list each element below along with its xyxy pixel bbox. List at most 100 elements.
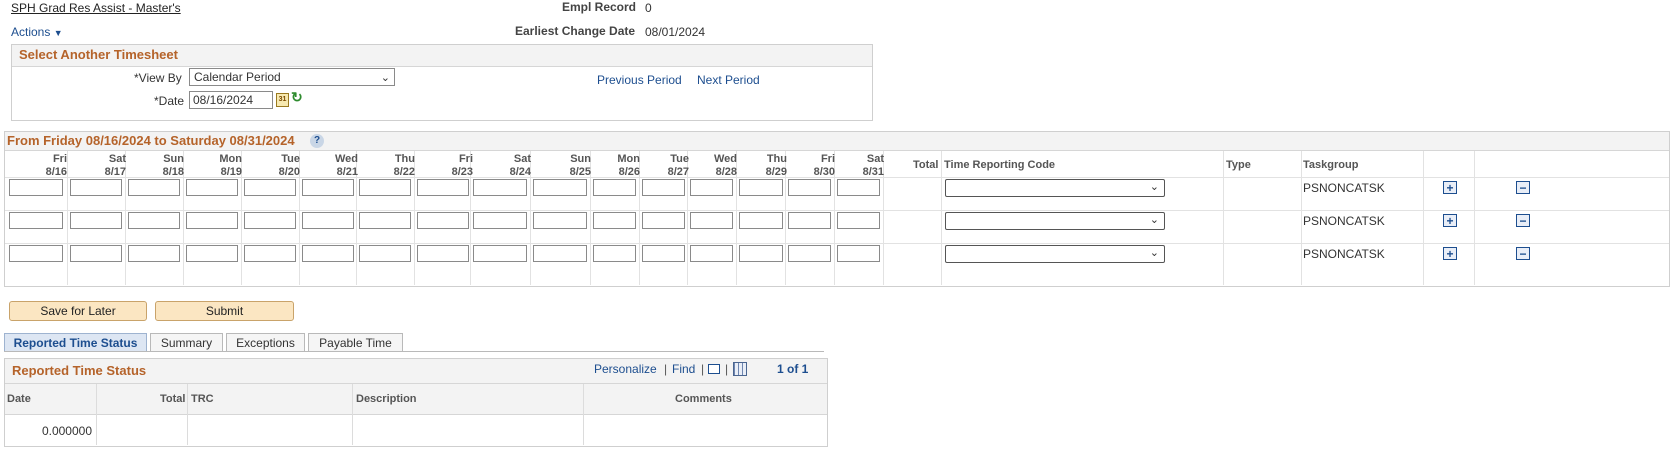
delete-row-icon[interactable]: − [1516, 181, 1530, 194]
hours-input[interactable] [593, 179, 636, 196]
hours-input[interactable] [70, 245, 122, 262]
trc-select[interactable]: ⌄ [945, 212, 1165, 230]
hours-input[interactable] [837, 212, 880, 229]
tab-reported-time-status[interactable]: Reported Time Status [4, 333, 147, 352]
chevron-down-icon: ⌄ [1149, 247, 1159, 259]
timesheet-title: From Friday 08/16/2024 to Saturday 08/31… [7, 133, 295, 148]
hours-input[interactable] [128, 245, 180, 262]
column-divider [941, 151, 942, 285]
hours-input[interactable] [473, 245, 527, 262]
hours-input[interactable] [788, 179, 831, 196]
hours-input[interactable] [533, 245, 587, 262]
hours-input[interactable] [642, 245, 685, 262]
hours-input[interactable] [837, 179, 880, 196]
next-period-link[interactable]: Next Period [697, 73, 760, 87]
trc-select[interactable]: ⌄ [945, 179, 1165, 197]
row-divider [5, 243, 1669, 244]
hours-input[interactable] [533, 179, 587, 196]
actions-menu[interactable]: Actions ▼ [11, 25, 63, 39]
trc-select[interactable]: ⌄ [945, 245, 1165, 263]
hours-input[interactable] [417, 245, 469, 262]
tab-exceptions[interactable]: Exceptions [226, 333, 305, 352]
hours-input[interactable] [302, 179, 354, 196]
job-title-link[interactable]: SPH Grad Res Assist - Master's [11, 1, 181, 15]
day-date: 8/17 [104, 166, 126, 178]
personalize-link[interactable]: Personalize [594, 362, 657, 376]
hours-input[interactable] [9, 245, 63, 262]
col-date: Date [7, 393, 31, 405]
day-date: 8/29 [765, 166, 787, 178]
hours-input[interactable] [302, 245, 354, 262]
caret-down-icon: ▼ [53, 28, 63, 38]
hours-input[interactable] [788, 212, 831, 229]
day-date: 8/20 [278, 166, 300, 178]
hours-input[interactable] [473, 179, 527, 196]
hours-input[interactable] [690, 212, 733, 229]
hours-input[interactable] [186, 212, 238, 229]
save-for-later-button[interactable]: Save for Later [9, 301, 147, 321]
day-of-week: Thu [394, 153, 415, 165]
hours-input[interactable] [9, 212, 63, 229]
hours-input[interactable] [417, 212, 469, 229]
hours-input[interactable] [244, 212, 296, 229]
timesheet-grid: From Friday 08/16/2024 to Saturday 08/31… [4, 131, 1670, 287]
hours-input[interactable] [739, 245, 783, 262]
hours-input[interactable] [186, 179, 238, 196]
date-field[interactable]: 08/16/2024 [189, 91, 273, 109]
download-grid-icon[interactable] [733, 362, 747, 376]
hours-input[interactable] [128, 212, 180, 229]
hours-input[interactable] [690, 245, 733, 262]
hours-input[interactable] [788, 245, 831, 262]
col-taskgroup: Taskgroup [1303, 159, 1359, 171]
hours-input[interactable] [128, 179, 180, 196]
hours-input[interactable] [244, 245, 296, 262]
tab-payable-time[interactable]: Payable Time [308, 333, 403, 352]
hours-input[interactable] [642, 212, 685, 229]
previous-period-link[interactable]: Previous Period [597, 73, 682, 87]
col-time-reporting-code: Time Reporting Code [944, 159, 1056, 171]
col-total: Total [160, 393, 186, 405]
day-of-week: Mon [219, 153, 242, 165]
hours-input[interactable] [837, 245, 880, 262]
submit-button[interactable]: Submit [155, 301, 294, 321]
hours-input[interactable] [593, 245, 636, 262]
hours-input[interactable] [9, 179, 63, 196]
col-comments: Comments [675, 393, 732, 405]
hours-input[interactable] [302, 212, 354, 229]
help-icon[interactable]: ? [310, 134, 324, 148]
hours-input[interactable] [473, 212, 527, 229]
day-of-week: Fri [820, 153, 835, 165]
actions-label: Actions [11, 25, 51, 39]
hours-input[interactable] [533, 212, 587, 229]
hours-input[interactable] [593, 212, 636, 229]
hours-input[interactable] [359, 179, 411, 196]
delete-row-icon[interactable]: − [1516, 214, 1530, 227]
hours-input[interactable] [359, 212, 411, 229]
column-divider [1223, 151, 1224, 285]
hours-input[interactable] [642, 179, 685, 196]
add-row-icon[interactable]: + [1443, 214, 1457, 227]
hours-input[interactable] [359, 245, 411, 262]
separator: | [701, 362, 705, 376]
view-by-select[interactable]: Calendar Period ⌄ [189, 68, 395, 86]
tab-summary[interactable]: Summary [150, 333, 223, 352]
hours-input[interactable] [739, 212, 783, 229]
calendar-icon[interactable]: 31 [276, 93, 289, 107]
earliest-change-label: Earliest Change Date [515, 24, 636, 38]
find-link[interactable]: Find [672, 362, 695, 376]
hours-input[interactable] [186, 245, 238, 262]
column-divider [1423, 151, 1424, 285]
day-date: 8/28 [715, 166, 737, 178]
hours-input[interactable] [417, 179, 469, 196]
hours-input[interactable] [690, 179, 733, 196]
view-all-icon[interactable] [708, 364, 720, 374]
add-row-icon[interactable]: + [1443, 247, 1457, 260]
add-row-icon[interactable]: + [1443, 181, 1457, 194]
day-of-week: Fri [52, 153, 67, 165]
hours-input[interactable] [70, 179, 122, 196]
refresh-icon[interactable]: ↻ [291, 89, 303, 106]
hours-input[interactable] [70, 212, 122, 229]
delete-row-icon[interactable]: − [1516, 247, 1530, 260]
hours-input[interactable] [739, 179, 783, 196]
hours-input[interactable] [244, 179, 296, 196]
